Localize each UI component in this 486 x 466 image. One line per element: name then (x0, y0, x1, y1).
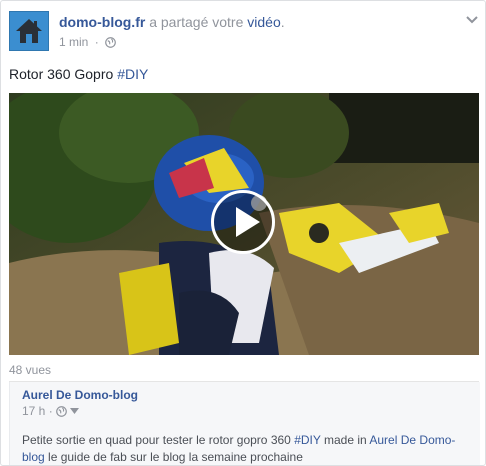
original-author-link[interactable]: Aurel De Domo-blog (22, 388, 138, 402)
house-icon (16, 19, 42, 43)
post-text: Rotor 360 Gopro #DIY (9, 65, 148, 83)
original-text-part3: le guide de fab sur le blog la semaine p… (48, 450, 303, 464)
original-timestamp[interactable]: 17 h (22, 404, 45, 418)
original-post: Aurel De Domo-blog 17 h · Petite sortie … (9, 382, 480, 465)
action-text: a partagé votre (149, 14, 244, 30)
view-count: 48 vues (9, 363, 52, 377)
mention-part2: blog (22, 450, 45, 464)
original-message: Petite sortie en quad pour tester le rot… (22, 432, 472, 466)
video-link[interactable]: vidéo (247, 14, 280, 30)
play-button[interactable] (211, 190, 275, 254)
hashtag-link[interactable]: #DIY (117, 66, 148, 82)
post-timestamp[interactable]: 1 min (59, 35, 88, 49)
post-header: domo-blog.fr a partagé votre vidéo. 1 mi… (9, 9, 479, 55)
page-avatar[interactable] (9, 11, 49, 51)
hashtag-link[interactable]: #DIY (294, 433, 320, 447)
meta-dot: · (48, 404, 53, 418)
video-player[interactable] (9, 93, 479, 355)
meta-dot: · (94, 35, 99, 49)
header-line: domo-blog.fr a partagé votre vidéo. (59, 13, 285, 31)
mention-part1: Aurel De Domo- (369, 433, 456, 447)
page-name-link[interactable]: domo-blog.fr (59, 14, 145, 30)
globe-icon[interactable] (105, 37, 116, 48)
original-text-part2: made in (324, 433, 367, 447)
original-text-part1: Petite sortie en quad pour tester le rot… (22, 433, 291, 447)
post-meta: 1 min · (59, 34, 116, 50)
period: . (280, 14, 285, 30)
caret-down-icon[interactable] (70, 408, 80, 414)
play-icon (236, 207, 260, 237)
original-meta: 17 h · (22, 404, 80, 418)
post-message: Rotor 360 Gopro (9, 66, 114, 82)
chevron-down-icon[interactable] (465, 15, 479, 25)
globe-icon[interactable] (56, 406, 67, 417)
post-card: domo-blog.fr a partagé votre vidéo. 1 mi… (0, 0, 486, 466)
